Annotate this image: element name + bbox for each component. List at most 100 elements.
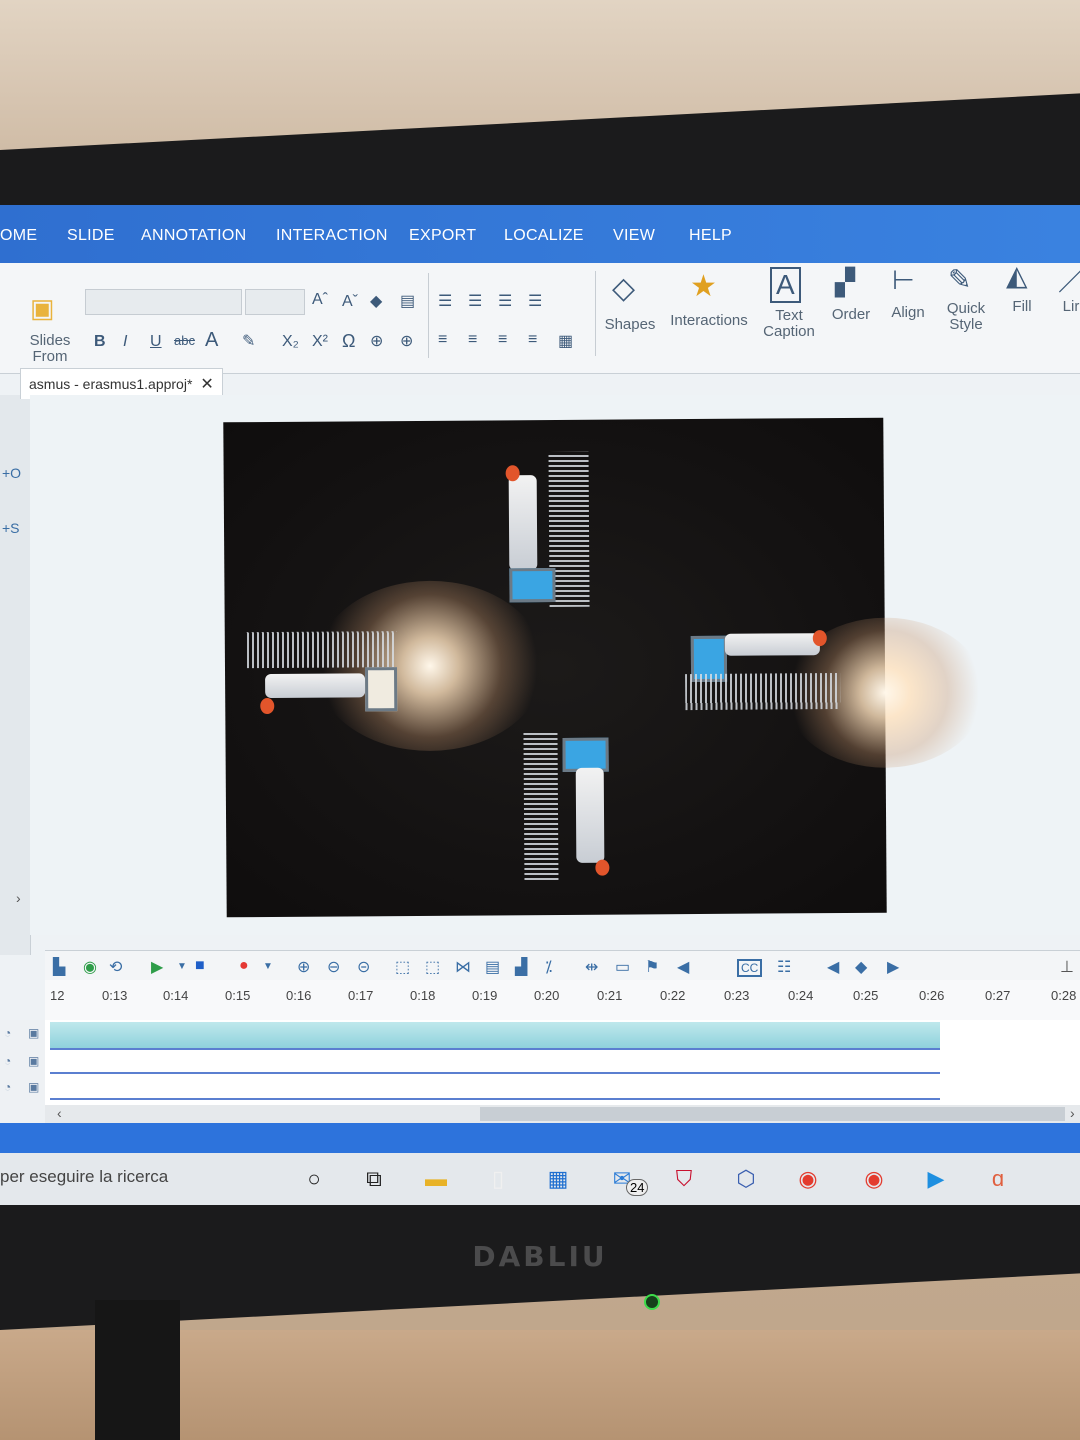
- chevron-down-icon[interactable]: ▼: [263, 961, 273, 972]
- shapes-icon[interactable]: ◇: [612, 271, 635, 306]
- eye-icon[interactable]: ◔: [4, 1054, 11, 1068]
- scroll-left-icon[interactable]: ‹: [57, 1105, 62, 1121]
- chrome-icon[interactable]: ◉: [792, 1163, 824, 1195]
- numbered-list-icon[interactable]: ☰: [438, 291, 452, 311]
- vertical-align-icon[interactable]: ▦: [558, 331, 573, 351]
- video-thumbnail[interactable]: [364, 667, 398, 712]
- marker-icon[interactable]: ◆: [855, 957, 867, 977]
- order-icon[interactable]: ▞: [835, 267, 855, 298]
- subscript-button[interactable]: X₂: [282, 333, 299, 351]
- tab-export[interactable]: EXPORT: [409, 227, 476, 245]
- justify-icon[interactable]: ≡: [528, 331, 537, 349]
- increase-indent-icon[interactable]: ☰: [528, 291, 542, 311]
- quick-style-icon[interactable]: ✎: [948, 263, 971, 296]
- text-block[interactable]: [523, 729, 559, 881]
- eye-icon[interactable]: ◔: [4, 1080, 11, 1094]
- grow-font-icon[interactable]: Aˆ: [312, 291, 328, 309]
- align-icon[interactable]: ⊢: [892, 265, 915, 296]
- left-panel-item[interactable]: +O: [2, 465, 21, 481]
- document-icon[interactable]: ▯: [482, 1163, 514, 1195]
- timeline-tool-icon[interactable]: ⚑: [645, 957, 659, 977]
- power-indicator[interactable]: [644, 1294, 660, 1310]
- sync-icon[interactable]: ◉: [83, 957, 97, 977]
- timeline-tool-icon[interactable]: ⁒: [545, 957, 552, 977]
- pin-icon[interactable]: ⊥: [1060, 957, 1074, 977]
- figure-image[interactable]: [265, 673, 366, 699]
- line-icon[interactable]: ／: [1058, 259, 1080, 299]
- tab-localize[interactable]: LOCALIZE: [504, 227, 584, 245]
- line-label[interactable]: Lir: [1056, 299, 1080, 315]
- tab-view[interactable]: VIEW: [613, 227, 655, 245]
- next-marker-icon[interactable]: ▶: [887, 957, 899, 977]
- font-size-select[interactable]: [245, 289, 305, 315]
- timeline-scrollbar[interactable]: ‹ ›: [45, 1105, 1080, 1123]
- figure-image[interactable]: [724, 633, 820, 656]
- file-explorer-icon[interactable]: ▬: [420, 1163, 452, 1195]
- audio-icon[interactable]: ◀: [677, 957, 689, 977]
- chevron-down-icon[interactable]: ▼: [177, 961, 187, 972]
- timeline-tool-icon[interactable]: ▭: [615, 957, 630, 977]
- lock-icon[interactable]: ▣: [28, 1080, 39, 1094]
- previous-marker-icon[interactable]: ◀: [827, 957, 839, 977]
- closed-caption-button[interactable]: CC: [737, 959, 763, 977]
- fill-label[interactable]: Fill: [1000, 299, 1044, 315]
- web-object-icon[interactable]: ⊕: [400, 331, 413, 351]
- zoom-out-icon[interactable]: ⊝: [357, 957, 370, 977]
- interactions-icon[interactable]: ★: [690, 269, 717, 304]
- tab-help[interactable]: HELP: [689, 227, 732, 245]
- record-icon[interactable]: ●: [239, 957, 249, 975]
- font-family-select[interactable]: [85, 289, 242, 315]
- shrink-font-icon[interactable]: Aˇ: [342, 293, 358, 311]
- timeline-tool-icon[interactable]: ⬚: [395, 957, 410, 977]
- scrollbar-thumb[interactable]: [480, 1107, 1065, 1121]
- text-caption-icon[interactable]: A: [770, 267, 801, 303]
- timeline-tool-icon[interactable]: ▤: [485, 957, 500, 977]
- media-player-icon[interactable]: ▶: [920, 1163, 952, 1195]
- decrease-indent-icon[interactable]: ☰: [498, 291, 512, 311]
- highlight-icon[interactable]: ✎: [242, 331, 255, 351]
- hyperlink-icon[interactable]: ⊕: [370, 331, 383, 351]
- taskbar-search-input[interactable]: per eseguire la ricerca: [0, 1167, 168, 1187]
- network-app-icon[interactable]: ⬡: [730, 1163, 762, 1195]
- shapes-label[interactable]: Shapes: [600, 317, 660, 333]
- font-color-button[interactable]: A: [205, 329, 218, 352]
- timeline-tool-icon[interactable]: ☷: [777, 957, 791, 977]
- loop-icon[interactable]: ⟲: [109, 957, 122, 977]
- clear-format-icon[interactable]: ◆: [370, 291, 382, 311]
- timeline-tool-icon[interactable]: ⇹: [585, 957, 598, 977]
- superscript-button[interactable]: X²: [312, 333, 328, 351]
- align-right-icon[interactable]: ≡: [498, 331, 507, 349]
- figure-image[interactable]: [508, 475, 538, 571]
- play-icon[interactable]: ▶: [151, 957, 163, 977]
- interactions-label[interactable]: Interactions: [664, 313, 754, 329]
- app-icon[interactable]: ɑ: [982, 1163, 1014, 1195]
- stop-icon[interactable]: ■: [195, 957, 205, 975]
- timeline-tool-icon[interactable]: ▟: [515, 957, 527, 977]
- lock-icon[interactable]: ▣: [28, 1054, 39, 1068]
- mcafee-icon[interactable]: ⛉: [668, 1163, 700, 1195]
- text-block[interactable]: [685, 673, 841, 711]
- store-icon[interactable]: ▦: [542, 1163, 574, 1195]
- symbol-button[interactable]: Ω: [342, 331, 355, 352]
- timeline-track-selected[interactable]: [50, 1022, 940, 1050]
- timeline-track[interactable]: [50, 1050, 940, 1074]
- text-block[interactable]: [246, 631, 397, 669]
- close-icon[interactable]: ✕: [200, 376, 213, 393]
- video-thumbnail[interactable]: [509, 567, 556, 603]
- zoom-fit-icon[interactable]: ⊖: [327, 957, 340, 977]
- zoom-in-icon[interactable]: ⊕: [297, 957, 310, 977]
- align-center-icon[interactable]: ≡: [468, 331, 477, 349]
- layers-icon[interactable]: ▙: [53, 957, 65, 977]
- tab-interaction[interactable]: INTERACTION: [276, 227, 388, 245]
- figure-image[interactable]: [575, 767, 605, 863]
- timeline-ruler[interactable]: 12 0:13 0:14 0:15 0:16 0:17 0:18 0:19 0:…: [45, 980, 1080, 1021]
- timeline-tool-icon[interactable]: ⋈: [455, 957, 471, 977]
- bullet-list-icon[interactable]: ☰: [468, 291, 482, 311]
- eye-icon[interactable]: ◔: [4, 1026, 11, 1040]
- slides-from-label[interactable]: Slides From: [22, 333, 78, 365]
- align-label[interactable]: Align: [884, 305, 932, 321]
- format-painter-icon[interactable]: ▤: [400, 291, 415, 311]
- fill-icon[interactable]: ◭: [1006, 259, 1028, 292]
- left-panel-item[interactable]: +S: [2, 520, 20, 536]
- timeline-track[interactable]: [50, 1076, 940, 1100]
